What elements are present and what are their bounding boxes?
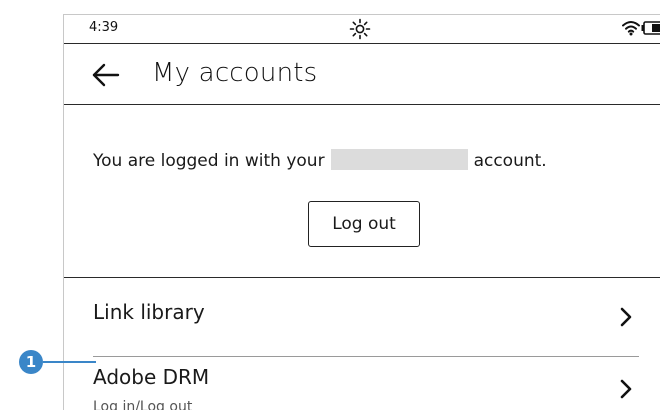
- device-frame-left-edge: [63, 14, 64, 410]
- callout-line: [43, 361, 96, 363]
- header-divider: [63, 104, 660, 105]
- logged-in-prefix: You are logged in with your: [93, 151, 325, 171]
- status-time: 4:39: [89, 20, 119, 35]
- logged-in-message: You are logged in with your account.: [93, 149, 547, 171]
- log-out-button[interactable]: Log out: [308, 201, 420, 247]
- battery-icon[interactable]: [641, 21, 660, 35]
- back-arrow-icon[interactable]: [91, 60, 121, 90]
- list-item-title: Link library: [93, 300, 205, 324]
- redacted-account-name: [330, 149, 468, 170]
- list-item-subtitle: Log in/Log out: [93, 399, 193, 410]
- page: 4:39 My accounts You are logged in with …: [0, 0, 660, 410]
- device-frame-top-edge: [63, 14, 660, 15]
- chevron-right-icon: [620, 379, 632, 399]
- device-screen: 4:39 My accounts You are logged in with …: [63, 14, 660, 410]
- logged-in-suffix: account.: [473, 151, 547, 171]
- list-item-title: Adobe DRM: [93, 365, 210, 389]
- page-title: My accounts: [152, 58, 318, 88]
- status-bar: 4:39: [63, 14, 660, 42]
- wifi-icon[interactable]: [622, 20, 640, 36]
- header: My accounts: [63, 44, 660, 104]
- list-item-adobe-drm[interactable]: Adobe DRM Log in/Log out: [63, 357, 660, 410]
- list-item-link-library[interactable]: Link library: [63, 278, 660, 356]
- chevron-right-icon: [620, 307, 632, 327]
- frontlight-icon[interactable]: [349, 18, 371, 40]
- callout-badge: 1: [19, 350, 43, 374]
